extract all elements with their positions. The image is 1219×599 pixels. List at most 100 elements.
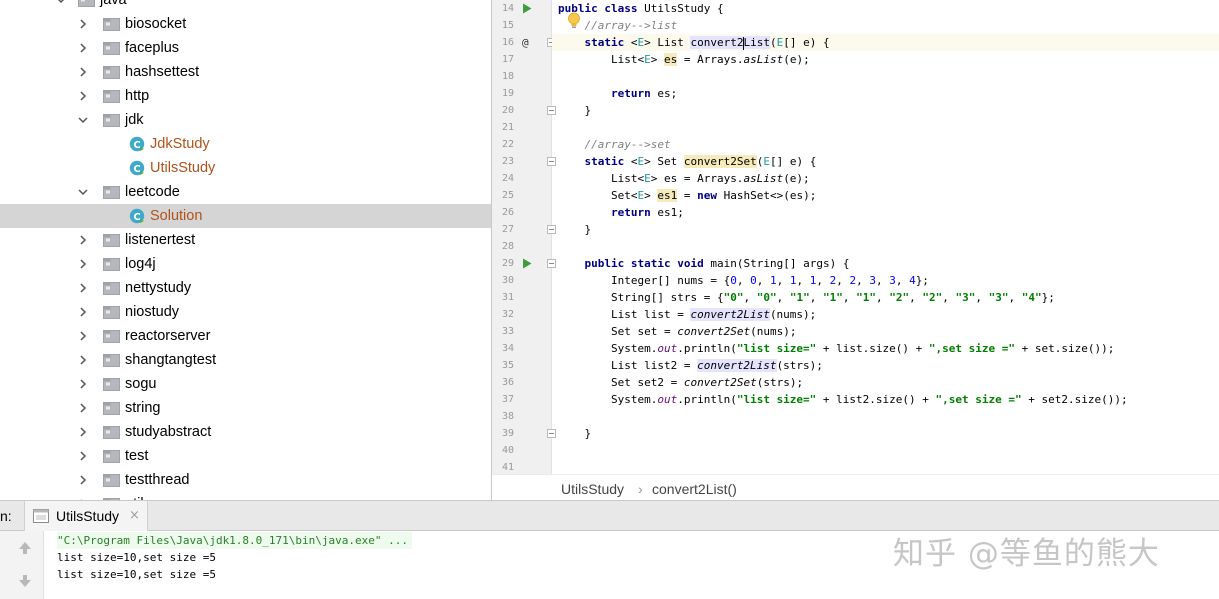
tree-item-reactorserver[interactable]: reactorserver bbox=[0, 324, 491, 348]
line-number: 20 bbox=[501, 105, 514, 116]
tree-item-log4j[interactable]: log4j bbox=[0, 252, 491, 276]
package-folder-icon bbox=[103, 90, 120, 103]
code-line[interactable]: return es1; bbox=[552, 204, 1219, 221]
chevron-right-icon[interactable] bbox=[76, 228, 90, 252]
line-number: 40 bbox=[501, 445, 514, 456]
code-editor[interactable]: 14 15 16 @17 18 19 20 21 22 23 24 25 26 27 28 29 30 31 32 3… bbox=[492, 0, 1219, 474]
tree-item-label: reactorserver bbox=[125, 328, 211, 344]
run-gutter-icon[interactable] bbox=[522, 3, 532, 14]
gutter-row: 40 bbox=[492, 442, 552, 459]
tree-item-label: UtilsStudy bbox=[150, 160, 216, 176]
tree-item-nettystudy[interactable]: nettystudy bbox=[0, 276, 491, 300]
breadcrumb-method[interactable]: convert2List() bbox=[652, 475, 737, 503]
line-number: 24 bbox=[501, 173, 514, 184]
code-line[interactable]: static <E> Set convert2Set(E[] e) { bbox=[552, 153, 1219, 170]
code-line[interactable]: Set<E> es1 = new HashSet<>(es); bbox=[552, 187, 1219, 204]
code-line[interactable] bbox=[552, 68, 1219, 85]
run-tab-label: UtilsStudy bbox=[56, 508, 120, 524]
code-line[interactable]: Set set = convert2Set(nums); bbox=[552, 323, 1219, 340]
run-gutter-icon[interactable] bbox=[522, 258, 532, 269]
tree-item-biosocket[interactable]: biosocket bbox=[0, 12, 491, 36]
code-line[interactable]: List list2 = convert2List(strs); bbox=[552, 357, 1219, 374]
arrow-down-icon[interactable] bbox=[17, 573, 33, 589]
close-icon[interactable]: × bbox=[129, 501, 140, 531]
chevron-right-icon[interactable] bbox=[76, 252, 90, 276]
code-line[interactable] bbox=[552, 119, 1219, 136]
tree-item-leetcode[interactable]: leetcode bbox=[0, 180, 491, 204]
annotation-gutter-icon[interactable]: @ bbox=[522, 34, 529, 51]
chevron-right-icon[interactable] bbox=[76, 420, 90, 444]
chevron-right-icon[interactable] bbox=[76, 12, 90, 36]
tree-item-java[interactable]: java bbox=[0, 0, 491, 12]
chevron-down-icon[interactable] bbox=[76, 180, 90, 204]
chevron-right-icon[interactable] bbox=[76, 36, 90, 60]
tree-item-label: util bbox=[125, 492, 144, 500]
run-tab-utilsstudy[interactable]: UtilsStudy × bbox=[24, 501, 148, 531]
code-line[interactable]: System.out.println("list size=" + list.s… bbox=[552, 340, 1219, 357]
chevron-right-icon[interactable] bbox=[76, 324, 90, 348]
console-line-output: list size=10,set size =5 bbox=[57, 551, 216, 564]
chevron-right-icon[interactable] bbox=[76, 468, 90, 492]
chevron-right-icon[interactable] bbox=[76, 444, 90, 468]
tree-item-niostudy[interactable]: niostudy bbox=[0, 300, 491, 324]
arrow-up-icon[interactable] bbox=[17, 540, 33, 556]
code-line[interactable]: return es; bbox=[552, 85, 1219, 102]
code-line[interactable]: Set set2 = convert2Set(strs); bbox=[552, 374, 1219, 391]
code-line[interactable]: String[] strs = {"0", "0", "1", "1", "1"… bbox=[552, 289, 1219, 306]
chevron-right-icon[interactable] bbox=[76, 348, 90, 372]
tree-item-label: biosocket bbox=[125, 16, 187, 32]
code-line[interactable] bbox=[552, 442, 1219, 459]
gutter-row: 41 bbox=[492, 459, 552, 474]
chevron-right-icon[interactable] bbox=[76, 492, 90, 500]
chevron-right-icon[interactable] bbox=[76, 60, 90, 84]
tree-item-string[interactable]: string bbox=[0, 396, 491, 420]
tree-item-sogu[interactable]: sogu bbox=[0, 372, 491, 396]
code-line[interactable]: } bbox=[552, 102, 1219, 119]
tree-item-studyabstract[interactable]: studyabstract bbox=[0, 420, 491, 444]
gutter-row: 34 bbox=[492, 340, 552, 357]
chevron-down-icon[interactable] bbox=[76, 108, 90, 132]
line-number: 29 bbox=[501, 258, 514, 269]
chevron-right-icon[interactable] bbox=[76, 84, 90, 108]
code-line[interactable]: public class UtilsStudy { bbox=[552, 0, 1219, 17]
code-line[interactable]: List<E> es = Arrays.asList(e); bbox=[552, 51, 1219, 68]
chevron-down-icon[interactable] bbox=[54, 0, 68, 12]
code-line[interactable]: System.out.println("list size=" + list2.… bbox=[552, 391, 1219, 408]
code-line[interactable]: //array-->set bbox=[552, 136, 1219, 153]
chevron-right-icon[interactable] bbox=[76, 276, 90, 300]
chevron-right-icon[interactable] bbox=[76, 300, 90, 324]
chevron-right-icon[interactable] bbox=[76, 396, 90, 420]
code-line[interactable]: static <E> List convert2List(E[] e) { bbox=[552, 34, 1219, 51]
code-line[interactable]: } bbox=[552, 221, 1219, 238]
tree-item-testthread[interactable]: testthread bbox=[0, 468, 491, 492]
tree-item-label: http bbox=[125, 88, 150, 104]
tree-item-faceplus[interactable]: faceplus bbox=[0, 36, 491, 60]
tree-item-http[interactable]: http bbox=[0, 84, 491, 108]
code-line[interactable]: public static void main(String[] args) { bbox=[552, 255, 1219, 272]
code-line[interactable] bbox=[552, 459, 1219, 474]
tree-item-test[interactable]: test bbox=[0, 444, 491, 468]
tree-item-label: sogu bbox=[125, 376, 157, 392]
code-line[interactable] bbox=[552, 238, 1219, 255]
project-tree: java biosocket faceplus hashsettest http jdk C… bbox=[0, 0, 491, 500]
tree-item-util[interactable]: util bbox=[0, 492, 491, 500]
code-line[interactable]: } bbox=[552, 425, 1219, 442]
line-number: 32 bbox=[501, 309, 514, 320]
lightbulb-icon[interactable] bbox=[567, 12, 581, 30]
console-line-output: list size=10,set size =5 bbox=[57, 568, 216, 581]
code-line[interactable]: List list = convert2List(nums); bbox=[552, 306, 1219, 323]
breadcrumb-class[interactable]: UtilsStudy bbox=[561, 475, 624, 503]
code-line[interactable] bbox=[552, 408, 1219, 425]
chevron-right-icon[interactable] bbox=[76, 372, 90, 396]
code-line[interactable]: List<E> es = Arrays.asList(e); bbox=[552, 170, 1219, 187]
tree-item-utilsstudy[interactable]: C UtilsStudy bbox=[0, 156, 491, 180]
tree-item-shangtangtest[interactable]: shangtangtest bbox=[0, 348, 491, 372]
tree-item-solution[interactable]: C Solution bbox=[0, 204, 491, 228]
code-line[interactable]: Integer[] nums = {0, 0, 1, 1, 1, 2, 2, 3… bbox=[552, 272, 1219, 289]
code-line[interactable]: //array-->list bbox=[552, 17, 1219, 34]
tree-item-jdk[interactable]: jdk bbox=[0, 108, 491, 132]
tree-item-label: listenertest bbox=[125, 232, 196, 248]
tree-item-listenertest[interactable]: listenertest bbox=[0, 228, 491, 252]
tree-item-hashsettest[interactable]: hashsettest bbox=[0, 60, 491, 84]
tree-item-jdkstudy[interactable]: C JdkStudy bbox=[0, 132, 491, 156]
